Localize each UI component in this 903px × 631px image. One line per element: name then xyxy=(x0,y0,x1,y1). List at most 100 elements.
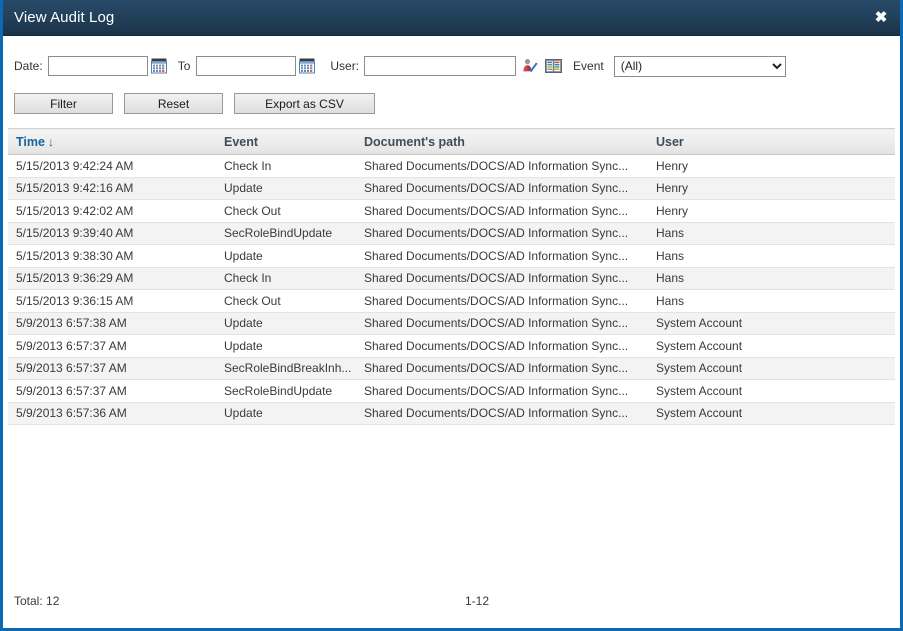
cell-time: 5/15/2013 9:42:16 AM xyxy=(8,177,216,200)
cell-user: Henry xyxy=(648,199,895,223)
cell-time: 5/9/2013 6:57:36 AM xyxy=(8,402,216,425)
close-icon[interactable]: ✖ xyxy=(870,7,892,29)
cell-event: Check In xyxy=(216,267,356,290)
cell-path: Shared Documents/DOCS/AD Information Syn… xyxy=(356,199,648,223)
cell-user: System Account xyxy=(648,334,895,358)
table-row[interactable]: 5/15/2013 9:38:30 AM Update Shared Documen… xyxy=(8,244,895,268)
table-header: Time ↓ Event Document's path User xyxy=(8,128,895,155)
cell-path: Shared Documents/DOCS/AD Information Syn… xyxy=(356,154,648,178)
table-row[interactable]: 5/9/2013 6:57:36 AM Update Shared Document… xyxy=(8,402,895,425)
address-book-icon[interactable] xyxy=(545,58,563,74)
date-to-input[interactable] xyxy=(196,56,297,76)
cell-time: 5/9/2013 6:57:37 AM xyxy=(8,379,216,403)
column-header-user-label: User xyxy=(656,134,684,149)
cell-event: SecRoleBindBreakInh... xyxy=(216,357,356,380)
cell-path: Shared Documents/DOCS/AD Information Syn… xyxy=(356,379,648,403)
column-header-event-label: Event xyxy=(224,134,259,149)
total-count-label: Total: 12 xyxy=(14,594,60,608)
calendar-icon-to[interactable] xyxy=(299,58,316,74)
cell-time: 5/9/2013 6:57:37 AM xyxy=(8,357,216,380)
cell-user: Henry xyxy=(648,154,895,178)
cell-user: System Account xyxy=(648,402,895,425)
cell-event: Check Out xyxy=(216,289,356,313)
page-range-label: 1-12 xyxy=(465,594,490,608)
event-select-wrapper: (All) xyxy=(613,55,786,77)
action-button-bar: Filter Reset Export as CSV xyxy=(3,80,900,114)
audit-log-table-wrapper: Time↓ Event Document's path User 5/15/2 xyxy=(3,128,900,580)
table-row[interactable]: 5/9/2013 6:57:38 AM Update Shared Document… xyxy=(8,312,895,335)
filter-bar: Date: To User: Event (All) xyxy=(3,36,900,80)
event-label: Event xyxy=(573,59,604,73)
cell-path: Shared Documents/DOCS/AD Information Syn… xyxy=(356,177,648,200)
cell-user: Henry xyxy=(648,177,895,200)
column-header-path-label: Document's path xyxy=(364,134,465,149)
table-row[interactable]: 5/15/2013 9:36:15 AM Check Out Shared Docu… xyxy=(8,289,895,313)
cell-path: Shared Documents/DOCS/AD Information Syn… xyxy=(356,334,648,358)
cell-path: Shared Documents/DOCS/AD Information Syn… xyxy=(356,244,648,268)
table-body: 5/15/2013 9:42:24 AM Check In Shared Docum… xyxy=(8,154,895,425)
table-header-row: Time ↓ Event Document's path User xyxy=(8,128,895,155)
cell-time: 5/15/2013 9:42:24 AM xyxy=(8,154,216,178)
cell-time: 5/15/2013 9:36:29 AM xyxy=(8,267,216,290)
user-label: User: xyxy=(330,59,360,73)
cell-event: Update xyxy=(216,312,356,335)
cell-path: Shared Documents/DOCS/AD Information Syn… xyxy=(356,312,648,335)
column-header-time-label: Time xyxy=(16,134,45,149)
column-header-time[interactable]: Time ↓ xyxy=(8,128,216,155)
cell-event: SecRoleBindUpdate xyxy=(216,379,356,403)
table-row[interactable]: 5/15/2013 9:42:16 AM Update Shared Documen… xyxy=(8,177,895,200)
reset-button[interactable]: Reset xyxy=(124,93,223,114)
cell-user: System Account xyxy=(648,357,895,380)
table-row[interactable]: 5/9/2013 6:57:37 AM SecRoleBindBreakInh..… xyxy=(8,357,895,380)
column-header-user[interactable]: User xyxy=(648,128,895,155)
cell-user: Hans xyxy=(648,267,895,290)
column-header-path[interactable]: Document's path xyxy=(356,128,648,155)
window-titlebar: View Audit Log ✖ xyxy=(3,0,900,36)
table-row[interactable]: 5/9/2013 6:57:37 AM Update Shared Document… xyxy=(8,334,895,358)
cell-time: 5/15/2013 9:36:15 AM xyxy=(8,289,216,313)
cell-event: Check In xyxy=(216,154,356,178)
calendar-icon-from[interactable] xyxy=(150,58,167,74)
cell-user: Hans xyxy=(648,222,895,245)
filter-button[interactable]: Filter xyxy=(14,93,113,114)
cell-path: Shared Documents/DOCS/AD Information Syn… xyxy=(356,357,648,380)
audit-log-table: Time↓ Event Document's path User 5/15/2 xyxy=(8,128,895,425)
cell-event: Update xyxy=(216,177,356,200)
cell-time: 5/9/2013 6:57:38 AM xyxy=(8,312,216,335)
export-csv-button[interactable]: Export as CSV xyxy=(234,93,375,114)
cell-time: 5/15/2013 9:42:02 AM xyxy=(8,199,216,223)
cell-time: 5/15/2013 9:38:30 AM xyxy=(8,244,216,268)
date-label: Date: xyxy=(14,59,43,73)
cell-time: 5/9/2013 6:57:37 AM xyxy=(8,334,216,358)
window-title: View Audit Log xyxy=(14,9,115,26)
cell-event: Check Out xyxy=(216,199,356,223)
cell-event: Update xyxy=(216,402,356,425)
table-row[interactable]: 5/15/2013 9:42:02 AM Check Out Shared Docu… xyxy=(8,199,895,223)
table-footer: Total: 12 1-12 xyxy=(3,580,900,628)
cell-path: Shared Documents/DOCS/AD Information Syn… xyxy=(356,402,648,425)
date-from-input[interactable] xyxy=(47,56,148,76)
cell-user: Hans xyxy=(648,289,895,313)
table-row[interactable]: 5/15/2013 9:39:40 AM SecRoleBindUpdate Sha… xyxy=(8,222,895,245)
user-input[interactable] xyxy=(364,56,517,76)
audit-log-window: View Audit Log ✖ Date: To User: Event (A… xyxy=(0,0,903,631)
column-header-event[interactable]: Event xyxy=(216,128,356,155)
cell-path: Shared Documents/DOCS/AD Information Syn… xyxy=(356,267,648,290)
table-row[interactable]: 5/15/2013 9:42:24 AM Check In Shared Docum… xyxy=(8,154,895,178)
event-select[interactable]: (All) xyxy=(613,55,786,77)
check-names-icon[interactable] xyxy=(522,58,539,74)
cell-path: Shared Documents/DOCS/AD Information Syn… xyxy=(356,289,648,313)
cell-event: SecRoleBindUpdate xyxy=(216,222,356,245)
table-row[interactable]: 5/15/2013 9:36:29 AM Check In Shared Docum… xyxy=(8,267,895,290)
cell-user: System Account xyxy=(648,379,895,403)
cell-user: Hans xyxy=(648,244,895,268)
cell-event: Update xyxy=(216,334,356,358)
table-row[interactable]: 5/9/2013 6:57:37 AM SecRoleBindUpdate Shar… xyxy=(8,379,895,403)
date-to-label: To xyxy=(177,59,191,73)
cell-time: 5/15/2013 9:39:40 AM xyxy=(8,222,216,245)
cell-event: Update xyxy=(216,244,356,268)
window-content: Date: To User: Event (All) Filter Reset … xyxy=(3,36,900,628)
cell-user: System Account xyxy=(648,312,895,335)
cell-path: Shared Documents/DOCS/AD Information Syn… xyxy=(356,222,648,245)
sort-descending-icon: ↓ xyxy=(47,134,54,149)
